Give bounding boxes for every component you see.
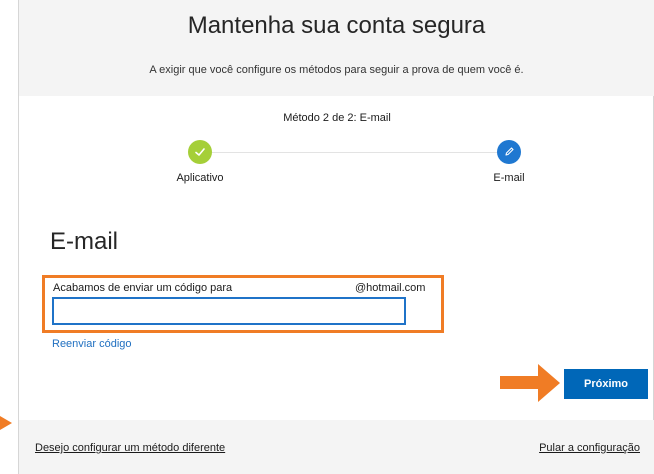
different-method-link[interactable]: Desejo configurar um método diferente: [35, 442, 225, 454]
annotation-arrow-icon: [538, 364, 560, 402]
skip-setup-link[interactable]: Pular a configuração: [539, 442, 640, 454]
progress-line: [200, 152, 510, 153]
verification-code-input[interactable]: [52, 297, 406, 325]
annotation-side-arrow-icon: [0, 416, 12, 430]
next-button[interactable]: Próximo: [564, 369, 648, 399]
pencil-icon: [497, 140, 521, 164]
annotation-arrow-shaft: [500, 376, 540, 389]
page-title: Mantenha sua conta segura: [187, 12, 486, 39]
page-subtitle: A exigir que você configure os métodos p…: [149, 64, 524, 76]
email-section-title: E-mail: [50, 228, 119, 255]
masked-email: @hotmail.com: [355, 282, 426, 294]
step-label-email: E-mail: [493, 172, 525, 184]
check-icon: [188, 140, 212, 164]
step-label-app: Aplicativo: [176, 172, 224, 184]
code-sent-label: Acabamos de enviar um código para: [53, 282, 233, 294]
step-indicator-text: Método 2 de 2: E-mail: [283, 112, 391, 124]
resend-code-link[interactable]: Reenviar código: [52, 338, 132, 350]
